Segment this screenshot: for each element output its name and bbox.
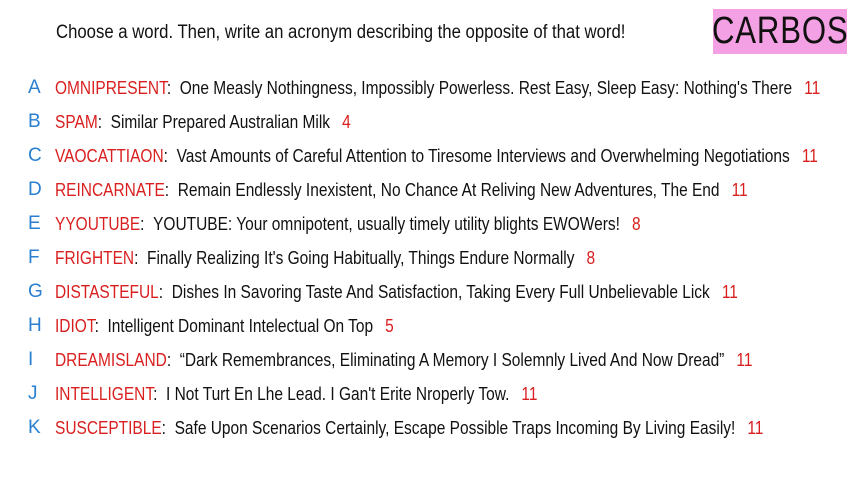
entry-score: 11	[801, 146, 818, 166]
entry-word: INTELLIGENT	[55, 384, 154, 404]
entry-letter: G	[28, 281, 43, 302]
entry-word: YYOUTUBE	[55, 214, 141, 234]
entry-word: VAOCATTIAON	[55, 146, 164, 166]
entry-score: 11	[804, 78, 821, 98]
entry-letter: F	[28, 247, 40, 268]
entry-letter: C	[28, 145, 42, 166]
entry-letter: B	[28, 111, 41, 132]
entry-letter: J	[28, 383, 38, 404]
entry-acronym: YOUTUBE: Your omnipotent, usually timely…	[153, 214, 620, 234]
entry-letter: D	[28, 179, 42, 200]
entry-acronym: Similar Prepared Australian Milk	[110, 112, 331, 132]
entry-letter: K	[28, 417, 41, 438]
entry-letter: H	[28, 315, 42, 336]
entry-word: OMNIPRESENT	[55, 78, 167, 98]
entry-acronym: Safe Upon Scenarios Certainly, Escape Po…	[174, 418, 736, 438]
entry-word: SUSCEPTIBLE	[55, 418, 162, 438]
entry-acronym: “Dark Remembrances, Eliminating A Memory…	[179, 350, 725, 370]
entry-word: FRIGHTEN	[55, 248, 135, 268]
entry-score: 11	[721, 282, 738, 302]
entry-score: 11	[521, 384, 538, 404]
name-badge: CARBOS	[711, 9, 849, 54]
entry-acronym: Finally Realizing It's Going Habitually,…	[147, 248, 575, 268]
entry-acronym: I Not Turt En Lhe Lead. I Gan't Erite Nr…	[165, 384, 510, 404]
entry-score: 8	[586, 248, 596, 268]
entry-word: DISTASTEFUL	[55, 282, 159, 302]
entry-score: 11	[747, 418, 764, 438]
entry-word: SPAM	[55, 112, 98, 132]
entry-letter: A	[28, 77, 41, 98]
entry-letter: I	[28, 349, 34, 370]
entry-acronym: Remain Endlessly Inexistent, No Chance A…	[177, 180, 720, 200]
entry-acronym: Vast Amounts of Careful Attention to Tir…	[176, 146, 790, 166]
entry-acronym: Intelligent Dominant Intelectual On Top	[107, 316, 374, 336]
entry-score: 8	[631, 214, 641, 234]
entry-word: DREAMISLAND	[55, 350, 167, 370]
prompt-text: Choose a word. Then, write an acronym de…	[56, 22, 626, 43]
entry-word: REINCARNATE	[55, 180, 165, 200]
entry-score: 5	[385, 316, 394, 336]
entry-score: 4	[342, 112, 351, 132]
entry-score: 11	[736, 350, 753, 370]
entry-letter: E	[28, 213, 41, 234]
entry-word: IDIOT	[55, 316, 95, 336]
entry-acronym: Dishes In Savoring Taste And Satisfactio…	[171, 282, 710, 302]
entry-score: 11	[731, 180, 748, 200]
name-badge-label: CARBOS	[711, 10, 849, 52]
entry-acronym: One Measly Nothingness, Impossibly Power…	[179, 78, 793, 98]
